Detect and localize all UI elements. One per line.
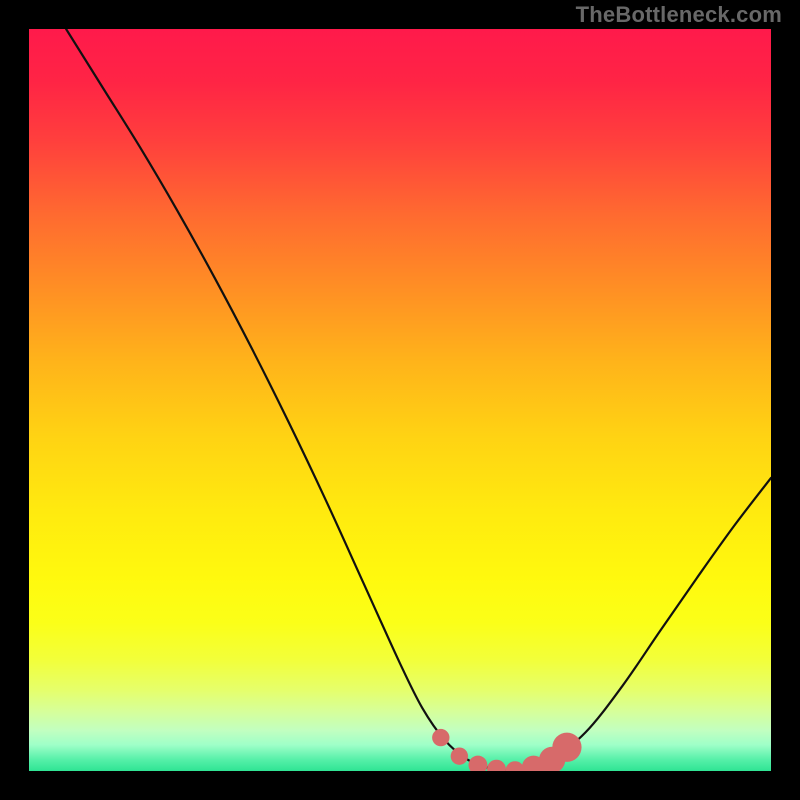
watermark-label: TheBottleneck.com: [576, 2, 782, 28]
chart-stage: TheBottleneck.com: [0, 0, 800, 800]
optimal-marker: [552, 733, 581, 762]
plot-background: [29, 29, 771, 771]
optimal-marker: [451, 747, 468, 764]
optimal-marker: [432, 729, 449, 746]
bottleneck-chart: [29, 29, 771, 771]
